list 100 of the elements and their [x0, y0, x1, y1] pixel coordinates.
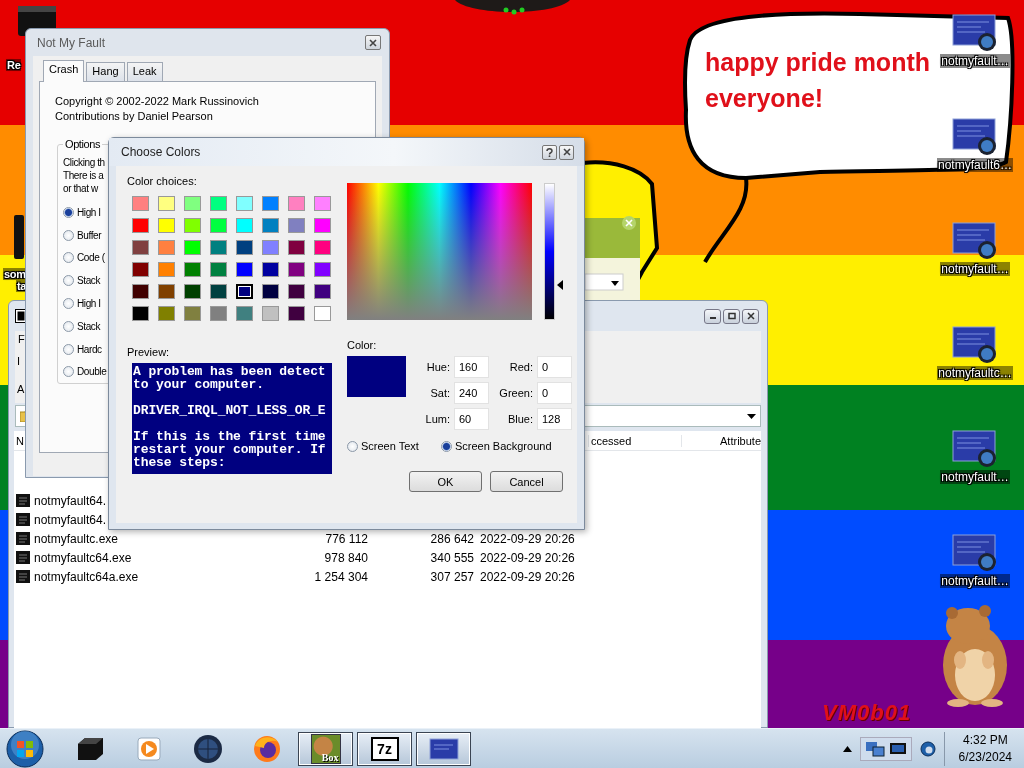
slider-arrow[interactable]	[557, 280, 563, 291]
radio-button[interactable]	[440, 440, 452, 452]
table-cell[interactable]: notmyfaultc64.exe	[34, 550, 132, 565]
color-swatch[interactable]	[314, 284, 331, 299]
color-swatch[interactable]	[184, 262, 201, 277]
color-swatch[interactable]	[236, 306, 253, 321]
radio-label[interactable]: Buffer	[77, 229, 102, 241]
color-swatch[interactable]	[184, 218, 201, 233]
color-swatch[interactable]	[210, 306, 227, 321]
color-swatch[interactable]	[314, 306, 331, 321]
color-swatch[interactable]	[262, 240, 279, 255]
color-swatch[interactable]	[288, 306, 305, 321]
color-swatch[interactable]	[158, 262, 175, 277]
taskbar-button[interactable]: 7z	[357, 731, 412, 766]
column-header[interactable]: N	[16, 434, 24, 447]
column-header[interactable]: ccessed	[591, 434, 632, 447]
table-cell[interactable]: notmyfaultc.exe	[34, 531, 119, 546]
radio-button[interactable]	[63, 206, 74, 218]
radio-label[interactable]: Stack	[77, 320, 100, 332]
radio-label[interactable]: Screen Background	[454, 440, 552, 452]
color-swatch[interactable]	[210, 240, 227, 255]
radio-button[interactable]	[63, 343, 74, 355]
icon-label[interactable]: notmyfault…	[940, 574, 1010, 588]
minimize-button[interactable]	[704, 308, 721, 324]
color-swatch[interactable]	[314, 240, 331, 255]
color-swatch[interactable]	[314, 196, 331, 211]
color-swatch[interactable]	[132, 196, 149, 211]
color-swatch[interactable]	[132, 218, 149, 233]
radio-button[interactable]	[63, 298, 74, 310]
monitor-globe-icon[interactable]	[951, 326, 999, 364]
close-button[interactable]	[365, 35, 381, 50]
color-swatch[interactable]	[236, 240, 253, 255]
network-icon[interactable]	[864, 739, 885, 758]
color-swatch[interactable]	[262, 262, 279, 277]
color-swatch[interactable]	[158, 218, 175, 233]
color-swatch[interactable]	[314, 218, 331, 233]
number-field[interactable]: 60	[454, 408, 489, 430]
radio-label[interactable]: Double	[77, 366, 107, 378]
radio-button[interactable]	[63, 229, 74, 241]
radio-label[interactable]: Stack	[77, 275, 100, 287]
icon-label[interactable]: notmyfaultc…	[937, 366, 1013, 380]
color-swatch[interactable]	[262, 306, 279, 321]
color-swatch[interactable]	[236, 196, 253, 211]
toolbar-button[interactable]: I	[17, 355, 21, 367]
radio-label[interactable]: Screen Text	[361, 440, 419, 452]
menu-item[interactable]: F	[18, 333, 25, 345]
color-swatch[interactable]	[132, 262, 149, 277]
color-swatch[interactable]	[158, 306, 175, 321]
radio-button[interactable]	[347, 440, 358, 452]
radio-button[interactable]	[63, 275, 74, 287]
dialog-button[interactable]: OK	[409, 471, 482, 492]
number-field[interactable]: 0	[537, 382, 572, 404]
radio-label[interactable]: Code (	[77, 252, 105, 264]
radio-label[interactable]: High I	[77, 206, 101, 218]
close-button[interactable]	[742, 308, 759, 324]
color-swatch[interactable]	[132, 240, 149, 255]
taskbar-button[interactable]	[416, 731, 471, 766]
globe-icon[interactable]	[919, 740, 936, 757]
color-swatch[interactable]	[184, 306, 201, 321]
color-swatch[interactable]	[236, 262, 253, 277]
radio-button[interactable]	[63, 252, 74, 264]
color-swatch[interactable]	[132, 284, 149, 299]
clock-time[interactable]: 4:32 PM	[962, 731, 1008, 749]
radio-label[interactable]: High I	[77, 298, 101, 310]
color-swatch[interactable]	[262, 218, 279, 233]
tile-icon[interactable]	[14, 215, 24, 259]
number-field[interactable]: 0	[537, 356, 572, 378]
close-button[interactable]	[559, 144, 574, 160]
clock-date[interactable]: 6/23/2024	[958, 748, 1012, 766]
radio-label[interactable]: Hardc	[77, 343, 102, 355]
color-swatch[interactable]	[210, 218, 227, 233]
start-button[interactable]	[6, 729, 44, 768]
tab[interactable]: Leak	[126, 62, 163, 81]
table-cell[interactable]: notmyfaultc64a.exe	[34, 569, 139, 584]
radio-button[interactable]	[63, 320, 74, 332]
color-swatch[interactable]	[184, 196, 201, 211]
color-swatch[interactable]	[132, 306, 149, 321]
expand-icon[interactable]	[842, 745, 852, 752]
color-swatch[interactable]	[210, 196, 227, 211]
color-swatch[interactable]	[288, 218, 305, 233]
maximize-button[interactable]	[723, 308, 740, 324]
tab[interactable]: Hang	[86, 62, 125, 81]
color-spectrum[interactable]	[347, 183, 532, 320]
table-cell[interactable]: notmyfault64.	[34, 512, 107, 527]
color-swatch[interactable]	[158, 240, 175, 255]
color-swatch[interactable]	[262, 284, 279, 299]
icon-label[interactable]: notmyfault…	[940, 262, 1010, 276]
number-field[interactable]: 240	[454, 382, 489, 404]
icon-label[interactable]: notmyfault…	[940, 470, 1010, 484]
color-swatch[interactable]	[236, 284, 253, 299]
color-swatch[interactable]	[210, 284, 227, 299]
monitor-icon[interactable]	[888, 740, 907, 757]
number-field[interactable]: 128	[537, 408, 572, 430]
dialog-button[interactable]: Cancel	[490, 471, 563, 492]
table-cell[interactable]: notmyfault64.	[34, 493, 107, 508]
color-swatch[interactable]	[288, 262, 305, 277]
number-field[interactable]: 160	[454, 356, 489, 378]
color-swatch[interactable]	[184, 240, 201, 255]
help-button[interactable]	[542, 144, 557, 160]
color-swatch[interactable]	[288, 196, 305, 211]
